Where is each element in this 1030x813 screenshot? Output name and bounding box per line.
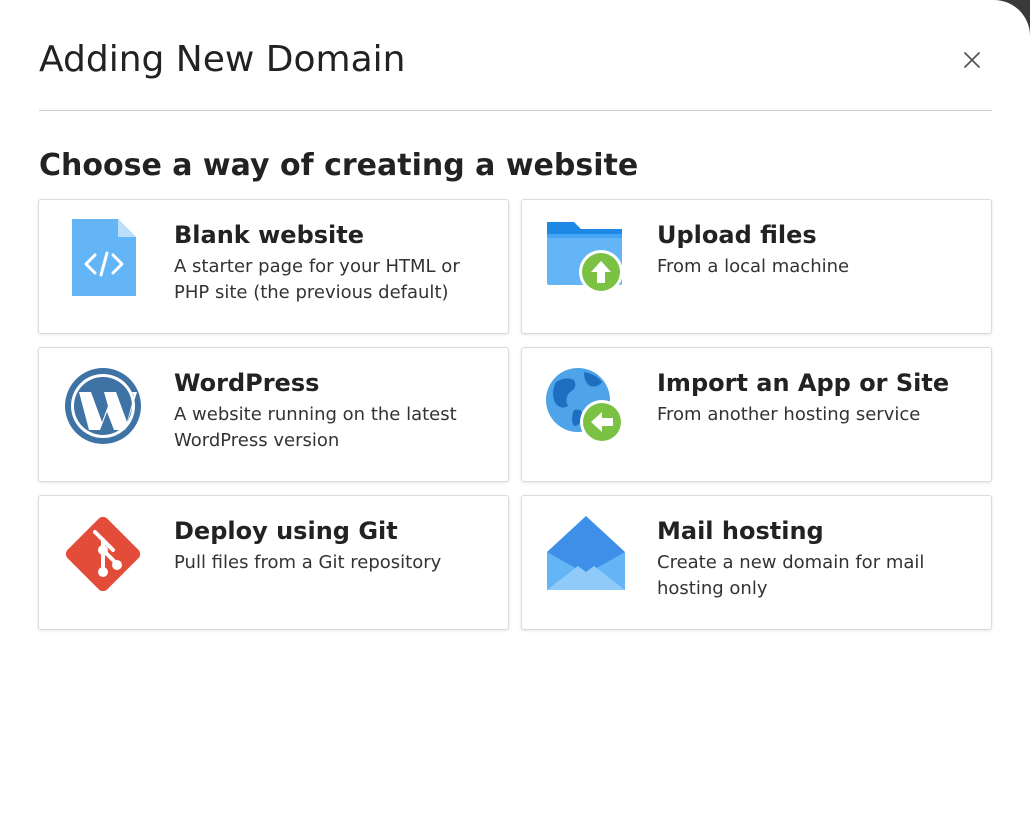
option-title: Import an App or Site [657, 369, 950, 397]
envelope-icon [547, 516, 625, 590]
option-description: Create a new domain for mail hosting onl… [657, 552, 925, 599]
git-icon [65, 516, 141, 592]
option-description: A starter page for your HTML or PHP site… [174, 256, 460, 303]
option-description: Pull files from a Git repository [174, 552, 442, 573]
option-title: Blank website [174, 221, 365, 249]
folder-upload-icon [547, 222, 623, 294]
option-card-wordpress[interactable]: WordPress A website running on the lates… [38, 347, 509, 482]
options-grid: Blank website A starter page for your HT… [38, 199, 992, 630]
option-title: Upload files [657, 221, 817, 249]
close-icon [964, 52, 980, 68]
header-divider [39, 110, 992, 111]
option-description: From another hosting service [657, 404, 921, 425]
globe-import-icon [546, 368, 624, 444]
add-domain-dialog: Adding New Domain Choose a way of creati… [0, 0, 1030, 813]
dialog-title: Adding New Domain [39, 39, 406, 80]
option-description: A website running on the latest WordPres… [174, 404, 457, 451]
option-card-import-app[interactable]: Import an App or Site From another hosti… [521, 347, 992, 482]
code-file-icon [72, 219, 136, 296]
option-card-upload-files[interactable]: Upload files From a local machine [521, 199, 992, 334]
option-card-mail-hosting[interactable]: Mail hosting Create a new domain for mai… [521, 495, 992, 630]
wordpress-icon [65, 368, 141, 444]
option-description: From a local machine [657, 256, 850, 277]
option-title: WordPress [174, 369, 320, 397]
option-card-blank-website[interactable]: Blank website A starter page for your HT… [38, 199, 509, 334]
option-title: Mail hosting [657, 517, 824, 545]
close-button[interactable] [956, 44, 988, 76]
section-title: Choose a way of creating a website [39, 148, 639, 183]
option-title: Deploy using Git [174, 517, 398, 545]
option-card-deploy-git[interactable]: Deploy using Git Pull files from a Git r… [38, 495, 509, 630]
